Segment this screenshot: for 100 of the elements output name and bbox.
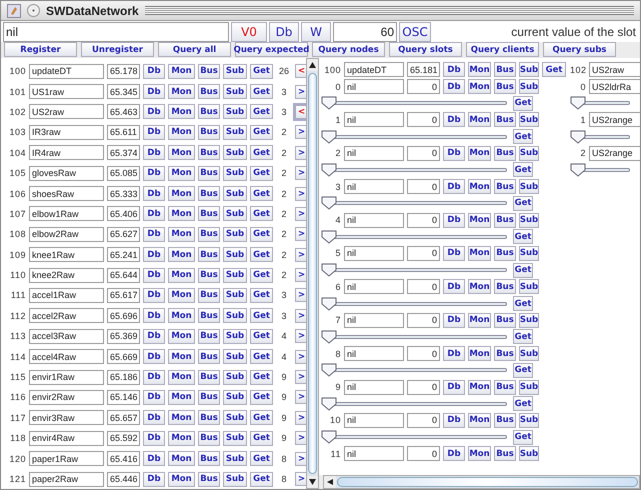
slot-name-field[interactable]: nil [344, 79, 404, 94]
node-action-button[interactable]: Get [250, 64, 273, 79]
expand-button[interactable]: > [295, 370, 306, 384]
slider[interactable] [321, 363, 507, 378]
node-name-field[interactable]: shoesRaw [29, 186, 104, 202]
slot-value-field[interactable]: 0 [407, 446, 440, 462]
node-action-button[interactable]: Bus [198, 390, 220, 405]
slot-action-button[interactable]: Db [443, 246, 465, 261]
expand-button[interactable]: > [295, 206, 306, 221]
query-button[interactable]: Register [4, 42, 77, 57]
node-action-button[interactable]: Get [542, 62, 566, 77]
node-action-button[interactable]: Mon [168, 247, 195, 262]
slot-name-field[interactable]: US2range [589, 146, 640, 161]
node-action-button[interactable]: Bus [198, 84, 220, 100]
node-action-button[interactable]: Mon [168, 328, 195, 344]
node-value-field[interactable]: 65.369 [107, 328, 140, 344]
node-action-button[interactable]: Bus [198, 430, 220, 446]
slider[interactable] [321, 396, 507, 411]
toolbar-button[interactable]: V0 [231, 22, 267, 42]
node-action-button[interactable]: Sub [223, 308, 247, 324]
slot-action-button[interactable]: Bus [494, 446, 516, 462]
node-action-button[interactable]: Mon [168, 451, 195, 466]
node-action-button[interactable]: Bus [198, 472, 220, 486]
node-name-field[interactable]: US2raw [29, 104, 104, 120]
node-action-button[interactable]: Db [143, 104, 165, 120]
slot-action-button[interactable]: Db [443, 279, 465, 294]
slot-action-button[interactable]: Sub [519, 246, 539, 261]
node-action-button[interactable]: Mon [168, 124, 195, 140]
slot-action-button[interactable]: Bus [494, 380, 516, 395]
node-value-field[interactable]: 65.374 [107, 145, 140, 160]
node-name-field[interactable]: envir2Raw [29, 390, 104, 405]
node-action-button[interactable]: Bus [198, 104, 220, 120]
node-action-button[interactable]: Db [143, 124, 165, 140]
node-action-button[interactable]: Mon [168, 104, 195, 120]
slot-action-button[interactable]: Sub [519, 312, 539, 328]
app-icon[interactable] [7, 4, 21, 18]
slot-action-button[interactable]: Mon [468, 212, 491, 228]
node-name-field[interactable]: envir4Raw [29, 430, 104, 446]
node-action-button[interactable]: Db [143, 349, 165, 364]
node-action-button[interactable]: Mon [468, 62, 491, 77]
node-action-button[interactable]: Mon [168, 226, 195, 242]
node-action-button[interactable]: Db [143, 370, 165, 385]
node-action-button[interactable]: Sub [223, 430, 247, 446]
expand-button[interactable]: > [295, 186, 306, 201]
node-value-field[interactable]: 65.627 [107, 226, 140, 242]
node-action-button[interactable]: Bus [198, 206, 220, 222]
node-action-button[interactable]: Get [250, 430, 273, 446]
get-button[interactable]: Get [513, 129, 533, 144]
node-action-button[interactable]: Get [250, 472, 273, 486]
node-action-button[interactable]: Bus [198, 451, 220, 466]
slot-name-field[interactable]: US2ldrRa [589, 79, 640, 94]
node-action-button[interactable]: Db [143, 64, 165, 79]
slot-action-button[interactable]: Db [443, 112, 465, 128]
slider[interactable] [570, 130, 630, 144]
node-action-button[interactable]: Get [250, 247, 273, 262]
node-action-button[interactable]: Bus [198, 124, 220, 140]
node-action-button[interactable]: Sub [519, 62, 539, 77]
slot-action-button[interactable]: Mon [468, 179, 491, 194]
node-action-button[interactable]: Db [143, 206, 165, 222]
node-action-button[interactable]: Get [250, 145, 273, 160]
node-name-field[interactable]: US1raw [29, 84, 104, 100]
node-action-button[interactable]: Get [250, 288, 273, 303]
node-name-field[interactable]: IR4raw [29, 145, 104, 160]
node-action-button[interactable]: Get [250, 226, 273, 242]
node-value-field[interactable]: 65.592 [107, 430, 140, 446]
horizontal-scrollbar[interactable] [323, 475, 640, 489]
node-name-field[interactable]: glovesRaw [29, 166, 104, 181]
node-action-button[interactable]: Db [143, 84, 165, 100]
node-value-field[interactable]: 65.696 [107, 308, 140, 324]
node-action-button[interactable]: Bus [198, 308, 220, 324]
node-action-button[interactable]: Mon [168, 186, 195, 202]
get-button[interactable]: Get [513, 229, 533, 244]
slot-action-button[interactable]: Db [443, 79, 465, 94]
node-action-button[interactable]: Bus [198, 328, 220, 344]
slot-action-button[interactable]: Sub [519, 279, 539, 294]
slot-action-button[interactable]: Db [443, 179, 465, 194]
slot-action-button[interactable]: Sub [519, 112, 539, 128]
node-action-button[interactable]: Db [143, 430, 165, 446]
slot-action-button[interactable]: Bus [494, 179, 516, 194]
node-name-field[interactable]: elbow1Raw [29, 206, 104, 222]
node-action-button[interactable]: Bus [494, 62, 516, 77]
slider-thumb[interactable] [321, 263, 337, 278]
node-action-button[interactable]: Sub [223, 472, 247, 486]
node-name-field[interactable]: accel3Raw [29, 328, 104, 344]
node-action-button[interactable]: Sub [223, 84, 247, 100]
title-bar-grip[interactable] [144, 6, 634, 15]
node-action-button[interactable]: Sub [223, 166, 247, 181]
slot-action-button[interactable]: Db [443, 212, 465, 228]
expand-button[interactable]: > [295, 248, 306, 262]
slot-value-field[interactable]: 0 [407, 212, 440, 228]
toolbar-button[interactable]: W [301, 22, 331, 42]
node-name-field[interactable]: updateDT [344, 62, 404, 77]
slot-action-button[interactable]: Db [443, 346, 465, 362]
node-action-button[interactable]: Sub [223, 247, 247, 262]
node-action-button[interactable]: Db [143, 328, 165, 344]
slot-value-field[interactable]: 0 [407, 279, 440, 294]
message-field[interactable]: nil [3, 22, 229, 42]
node-action-button[interactable]: Sub [223, 124, 247, 140]
node-value-field[interactable]: 65.657 [107, 410, 140, 426]
query-button[interactable]: Query subs [543, 42, 616, 57]
